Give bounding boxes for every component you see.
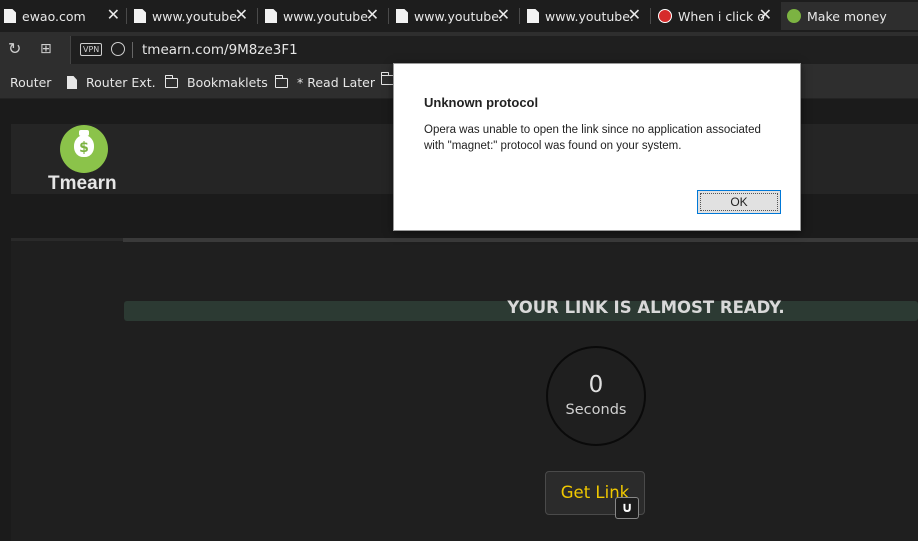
tab-4[interactable]: www.youtube. ✕ <box>396 2 516 30</box>
card-top-border <box>123 238 918 242</box>
bag-body: $ <box>74 135 94 157</box>
logo-text: Tmearn <box>48 173 117 194</box>
url-field[interactable]: VPN tmearn.com/9M8ze3F1 <box>70 36 918 64</box>
tab-title: When i click o <box>678 8 765 24</box>
tab-divider <box>650 8 651 24</box>
tab-title: www.youtube. <box>283 8 371 24</box>
tab-strip: ewao.com ✕ www.youtube. ✕ www.youtube. ✕… <box>0 0 918 32</box>
site-logo[interactable]: $ Tmearn <box>48 125 128 197</box>
magnet-icon: ∪ <box>615 497 639 519</box>
folder-icon <box>274 74 288 88</box>
document-icon <box>265 9 277 23</box>
bookmark-label: Bookmaklets <box>187 75 268 90</box>
document-icon <box>4 9 16 23</box>
tab-title: www.youtube. <box>152 8 240 24</box>
bookmark-label: Router <box>10 75 52 90</box>
bookmark-router[interactable]: Router <box>10 75 51 90</box>
bookmark-label: Router Ext. <box>86 75 156 90</box>
tab-title: www.youtube. <box>414 8 502 24</box>
reload-icon[interactable]: ↻ <box>8 40 21 58</box>
close-icon[interactable]: ✕ <box>497 7 510 23</box>
red-site-icon <box>658 9 672 23</box>
tab-1[interactable]: ewao.com ✕ <box>4 2 126 30</box>
close-icon[interactable]: ✕ <box>759 7 772 23</box>
unknown-protocol-dialog: Unknown protocol Opera was unable to ope… <box>393 63 801 231</box>
bookmark-label: * Read Later <box>297 75 375 90</box>
folder-icon <box>164 74 178 88</box>
content-card <box>11 238 918 541</box>
close-icon[interactable]: ✕ <box>366 7 379 23</box>
dialog-title: Unknown protocol <box>424 95 539 110</box>
money-bag-icon: $ <box>60 125 108 173</box>
tab-5[interactable]: www.youtube. ✕ <box>527 2 647 30</box>
dialog-message: Opera was unable to open the link since … <box>424 124 761 152</box>
tab-divider <box>519 8 520 24</box>
tab-7-active[interactable]: Make money <box>781 2 918 30</box>
tab-title: Make money <box>807 8 887 24</box>
ok-button[interactable]: OK <box>697 190 781 214</box>
document-icon <box>134 9 146 23</box>
tab-6[interactable]: When i click o ✕ <box>658 2 778 30</box>
tab-3[interactable]: www.youtube. ✕ <box>265 2 385 30</box>
tab-divider <box>388 8 389 24</box>
bookmark-bookmaklets[interactable]: Bookmaklets <box>164 74 268 90</box>
timer-value: 0 <box>588 372 604 398</box>
tab-title: ewao.com <box>22 8 86 24</box>
document-icon <box>396 9 408 23</box>
tab-divider <box>257 8 258 24</box>
close-icon[interactable]: ✕ <box>628 7 641 23</box>
vpn-badge[interactable]: VPN <box>80 43 103 56</box>
close-icon[interactable]: ✕ <box>107 7 120 23</box>
tab-grid-icon[interactable]: ⊞ <box>40 40 52 58</box>
bookmark-read-later[interactable]: * Read Later <box>274 74 375 90</box>
tab-divider <box>126 8 127 24</box>
document-icon <box>527 9 539 23</box>
page-icon <box>67 76 77 89</box>
countdown-timer: 0 Seconds <box>546 346 646 446</box>
globe-icon[interactable] <box>111 42 125 56</box>
close-icon[interactable]: ✕ <box>235 7 248 23</box>
timer-label: Seconds <box>565 402 627 418</box>
url-text[interactable]: tmearn.com/9M8ze3F1 <box>142 42 298 58</box>
url-divider <box>132 42 133 58</box>
money-bag-icon <box>787 9 801 23</box>
tab-2[interactable]: www.youtube. ✕ <box>134 2 254 30</box>
bookmark-router-ext[interactable]: Router Ext. <box>67 75 156 90</box>
tab-title: www.youtube. <box>545 8 633 24</box>
ready-heading: YOUR LINK IS ALMOST READY. <box>507 298 785 317</box>
